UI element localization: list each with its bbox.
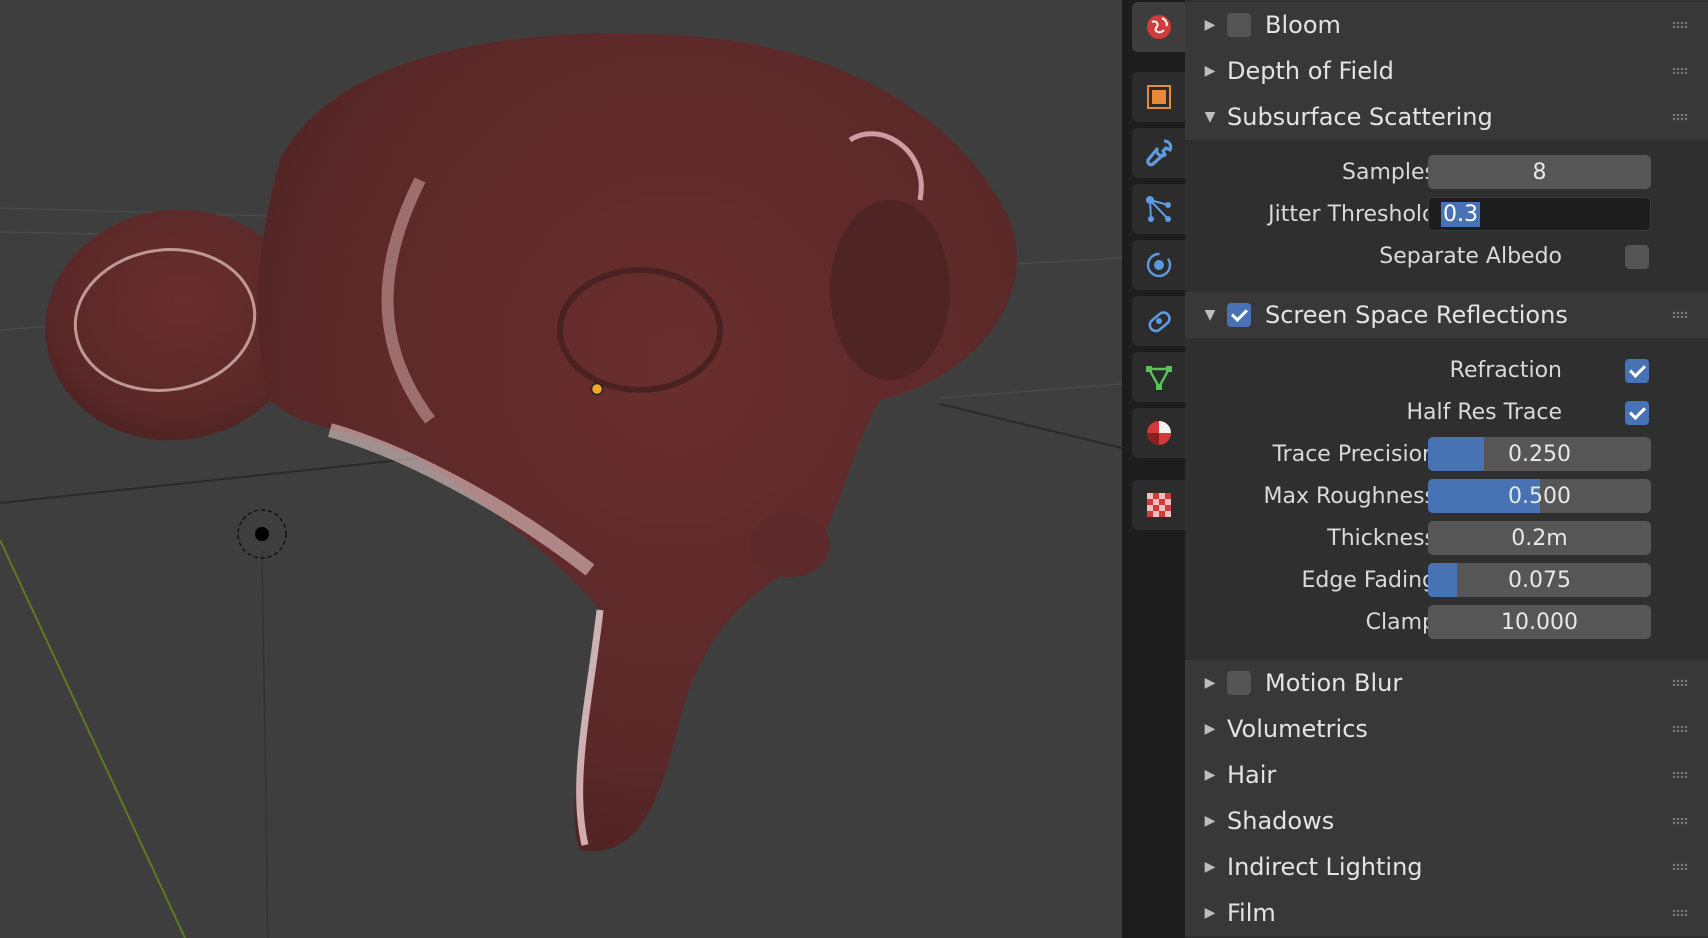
collapsed-arrow-icon: ▶ xyxy=(1204,17,1216,33)
properties-tab-bar xyxy=(1122,0,1185,938)
drag-handle-icon[interactable] xyxy=(1672,863,1688,871)
half-res-trace-checkbox[interactable] xyxy=(1625,401,1649,425)
panel-title: Hair xyxy=(1227,761,1277,789)
3d-viewport[interactable] xyxy=(0,0,1122,938)
panel-header-subsurface-scattering[interactable]: ▼ Subsurface Scattering xyxy=(1185,94,1708,140)
expanded-arrow-icon: ▼ xyxy=(1204,109,1216,125)
collapsed-arrow-icon: ▶ xyxy=(1204,63,1216,79)
trace-precision-slider[interactable]: 0.250 xyxy=(1428,437,1651,471)
tab-physics[interactable] xyxy=(1132,240,1185,290)
suzanne-mesh xyxy=(45,33,1018,852)
tab-material[interactable] xyxy=(1132,408,1185,458)
collapsed-arrow-icon: ▶ xyxy=(1204,675,1216,691)
constraints-icon xyxy=(1148,311,1171,333)
tab-object-data[interactable] xyxy=(1132,352,1185,402)
panel-header-shadows[interactable]: ▶ Shadows xyxy=(1185,798,1708,844)
separate-albedo-label: Separate Albedo xyxy=(1379,244,1562,269)
drag-handle-icon[interactable] xyxy=(1672,909,1688,917)
panel-header-hair[interactable]: ▶ Hair xyxy=(1185,752,1708,798)
panel-title: Indirect Lighting xyxy=(1227,853,1423,881)
max-roughness-label: Max Roughness xyxy=(1263,484,1437,509)
panel-header-film[interactable]: ▶ Film xyxy=(1185,890,1708,936)
tab-constraints[interactable] xyxy=(1132,296,1185,346)
drag-handle-icon[interactable] xyxy=(1672,817,1688,825)
grid-line-dark xyxy=(0,457,421,504)
clamp-field[interactable]: 10.000 xyxy=(1428,605,1651,639)
object-icon xyxy=(1146,85,1171,109)
panel-body-subsurface: Samples 8 Jitter Threshold 0.3 Separate … xyxy=(1185,140,1708,290)
drag-handle-icon[interactable] xyxy=(1672,725,1688,733)
jitter-threshold-value: 0.3 xyxy=(1441,201,1480,227)
panel-title: Shadows xyxy=(1227,807,1335,835)
jitter-threshold-input[interactable]: 0.3 xyxy=(1428,197,1651,231)
panel-title: Subsurface Scattering xyxy=(1227,103,1493,131)
half-res-trace-label: Half Res Trace xyxy=(1406,400,1562,425)
refraction-checkbox[interactable] xyxy=(1625,359,1649,383)
max-roughness-slider[interactable]: 0.500 xyxy=(1428,479,1651,513)
panel-title: Volumetrics xyxy=(1227,715,1368,743)
refraction-label: Refraction xyxy=(1449,358,1562,383)
render-properties-panel: ▶ Bloom ▶ Depth of Field ▼ Subsurface Sc… xyxy=(1185,0,1708,938)
collapsed-arrow-icon: ▶ xyxy=(1204,767,1216,783)
particles-icon xyxy=(1145,196,1171,222)
collapsed-arrow-icon: ▶ xyxy=(1204,813,1216,829)
panel-body-ssr: Refraction Half Res Trace Trace Precisio… xyxy=(1185,338,1708,658)
panel-title: Screen Space Reflections xyxy=(1265,301,1568,329)
separate-albedo-checkbox[interactable] xyxy=(1625,245,1649,269)
edge-fading-label: Edge Fading xyxy=(1301,568,1436,593)
panel-title: Depth of Field xyxy=(1227,57,1394,85)
drag-handle-icon[interactable] xyxy=(1672,21,1688,29)
drag-handle-icon[interactable] xyxy=(1672,311,1688,319)
collapsed-arrow-icon: ▶ xyxy=(1204,905,1216,921)
clamp-label: Clamp xyxy=(1365,610,1436,635)
tab-modifiers[interactable] xyxy=(1132,128,1185,178)
drag-handle-icon[interactable] xyxy=(1672,67,1688,75)
collapsed-arrow-icon: ▶ xyxy=(1204,859,1216,875)
object-data-icon xyxy=(1145,366,1172,390)
viewport-scene xyxy=(0,33,1122,938)
motion-blur-checkbox[interactable] xyxy=(1227,671,1251,695)
material-icon xyxy=(1146,421,1171,445)
tab-texture[interactable] xyxy=(1132,480,1185,530)
y-axis-line xyxy=(0,539,186,938)
tab-particles[interactable] xyxy=(1132,184,1185,234)
samples-field[interactable]: 8 xyxy=(1428,155,1651,189)
ssr-checkbox[interactable] xyxy=(1227,303,1251,327)
drag-handle-icon[interactable] xyxy=(1672,679,1688,687)
expanded-arrow-icon: ▼ xyxy=(1204,307,1216,323)
panel-header-indirect-lighting[interactable]: ▶ Indirect Lighting xyxy=(1185,844,1708,890)
panel-title: Motion Blur xyxy=(1265,669,1403,697)
grid-line-dark xyxy=(939,403,1122,449)
panel-title: Film xyxy=(1227,899,1276,927)
samples-label: Samples xyxy=(1342,160,1436,185)
trace-precision-label: Trace Precision xyxy=(1272,442,1436,467)
collapsed-arrow-icon: ▶ xyxy=(1204,721,1216,737)
tab-object[interactable] xyxy=(1132,72,1185,122)
jitter-threshold-label: Jitter Threshold xyxy=(1268,202,1436,227)
panel-header-bloom[interactable]: ▶ Bloom xyxy=(1185,2,1708,48)
physics-icon xyxy=(1146,252,1171,278)
panel-header-volumetrics[interactable]: ▶ Volumetrics xyxy=(1185,706,1708,752)
object-origin xyxy=(590,382,604,396)
panel-title: Bloom xyxy=(1265,11,1341,39)
tab-world[interactable] xyxy=(1132,2,1185,52)
thickness-label: Thickness xyxy=(1327,526,1436,551)
bloom-checkbox[interactable] xyxy=(1227,13,1251,37)
drag-handle-icon[interactable] xyxy=(1672,771,1688,779)
panel-header-screen-space-reflections[interactable]: ▼ Screen Space Reflections xyxy=(1185,292,1708,338)
world-icon xyxy=(1146,15,1171,39)
drag-handle-icon[interactable] xyxy=(1672,113,1688,121)
edge-fading-slider[interactable]: 0.075 xyxy=(1428,563,1651,597)
light-pole xyxy=(261,549,269,938)
thickness-field[interactable]: 0.2m xyxy=(1428,521,1651,555)
panel-header-motion-blur[interactable]: ▶ Motion Blur xyxy=(1185,660,1708,706)
panel-header-depth-of-field[interactable]: ▶ Depth of Field xyxy=(1185,48,1708,94)
wrench-icon xyxy=(1145,139,1172,167)
texture-icon xyxy=(1146,493,1171,517)
